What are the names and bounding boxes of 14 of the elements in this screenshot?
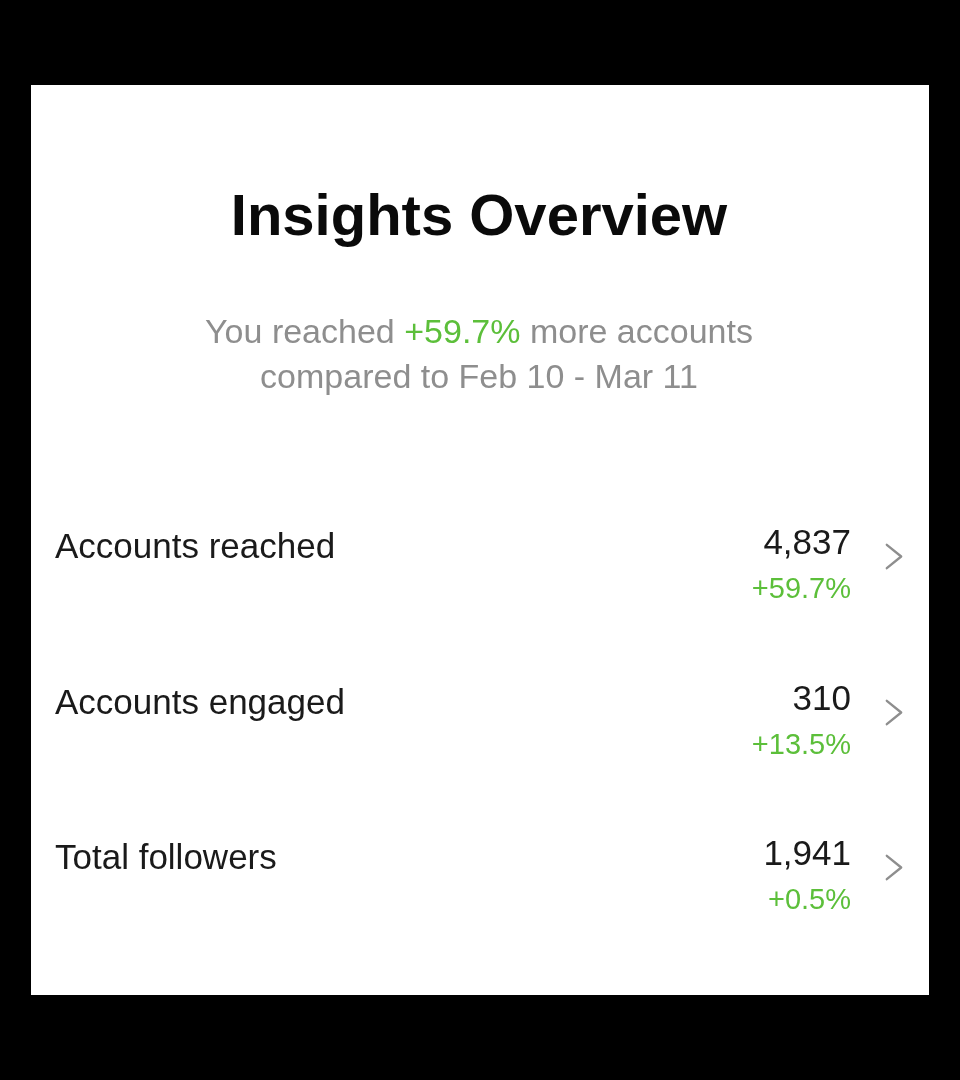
metric-label: Accounts reached (55, 525, 337, 567)
metric-value: 1,941 (763, 832, 851, 874)
metric-change: +59.7% (751, 571, 851, 605)
chevron-right-icon[interactable] (885, 542, 903, 571)
metric-change: +0.5% (767, 882, 851, 916)
metric-change: +13.5% (751, 726, 851, 761)
metric-label: Accounts engaged (55, 680, 346, 723)
metric-value: 4,837 (763, 521, 851, 563)
metric-label: Total followers (55, 836, 278, 878)
chevron-right-icon[interactable] (885, 853, 903, 882)
metric-value: 310 (792, 676, 851, 719)
chevron-right-icon[interactable] (885, 697, 903, 727)
page-title: Insights Overview (230, 183, 728, 247)
summary-text: You reached +59.7% more accounts compared to Feb 10 - Mar 11 (204, 311, 754, 397)
